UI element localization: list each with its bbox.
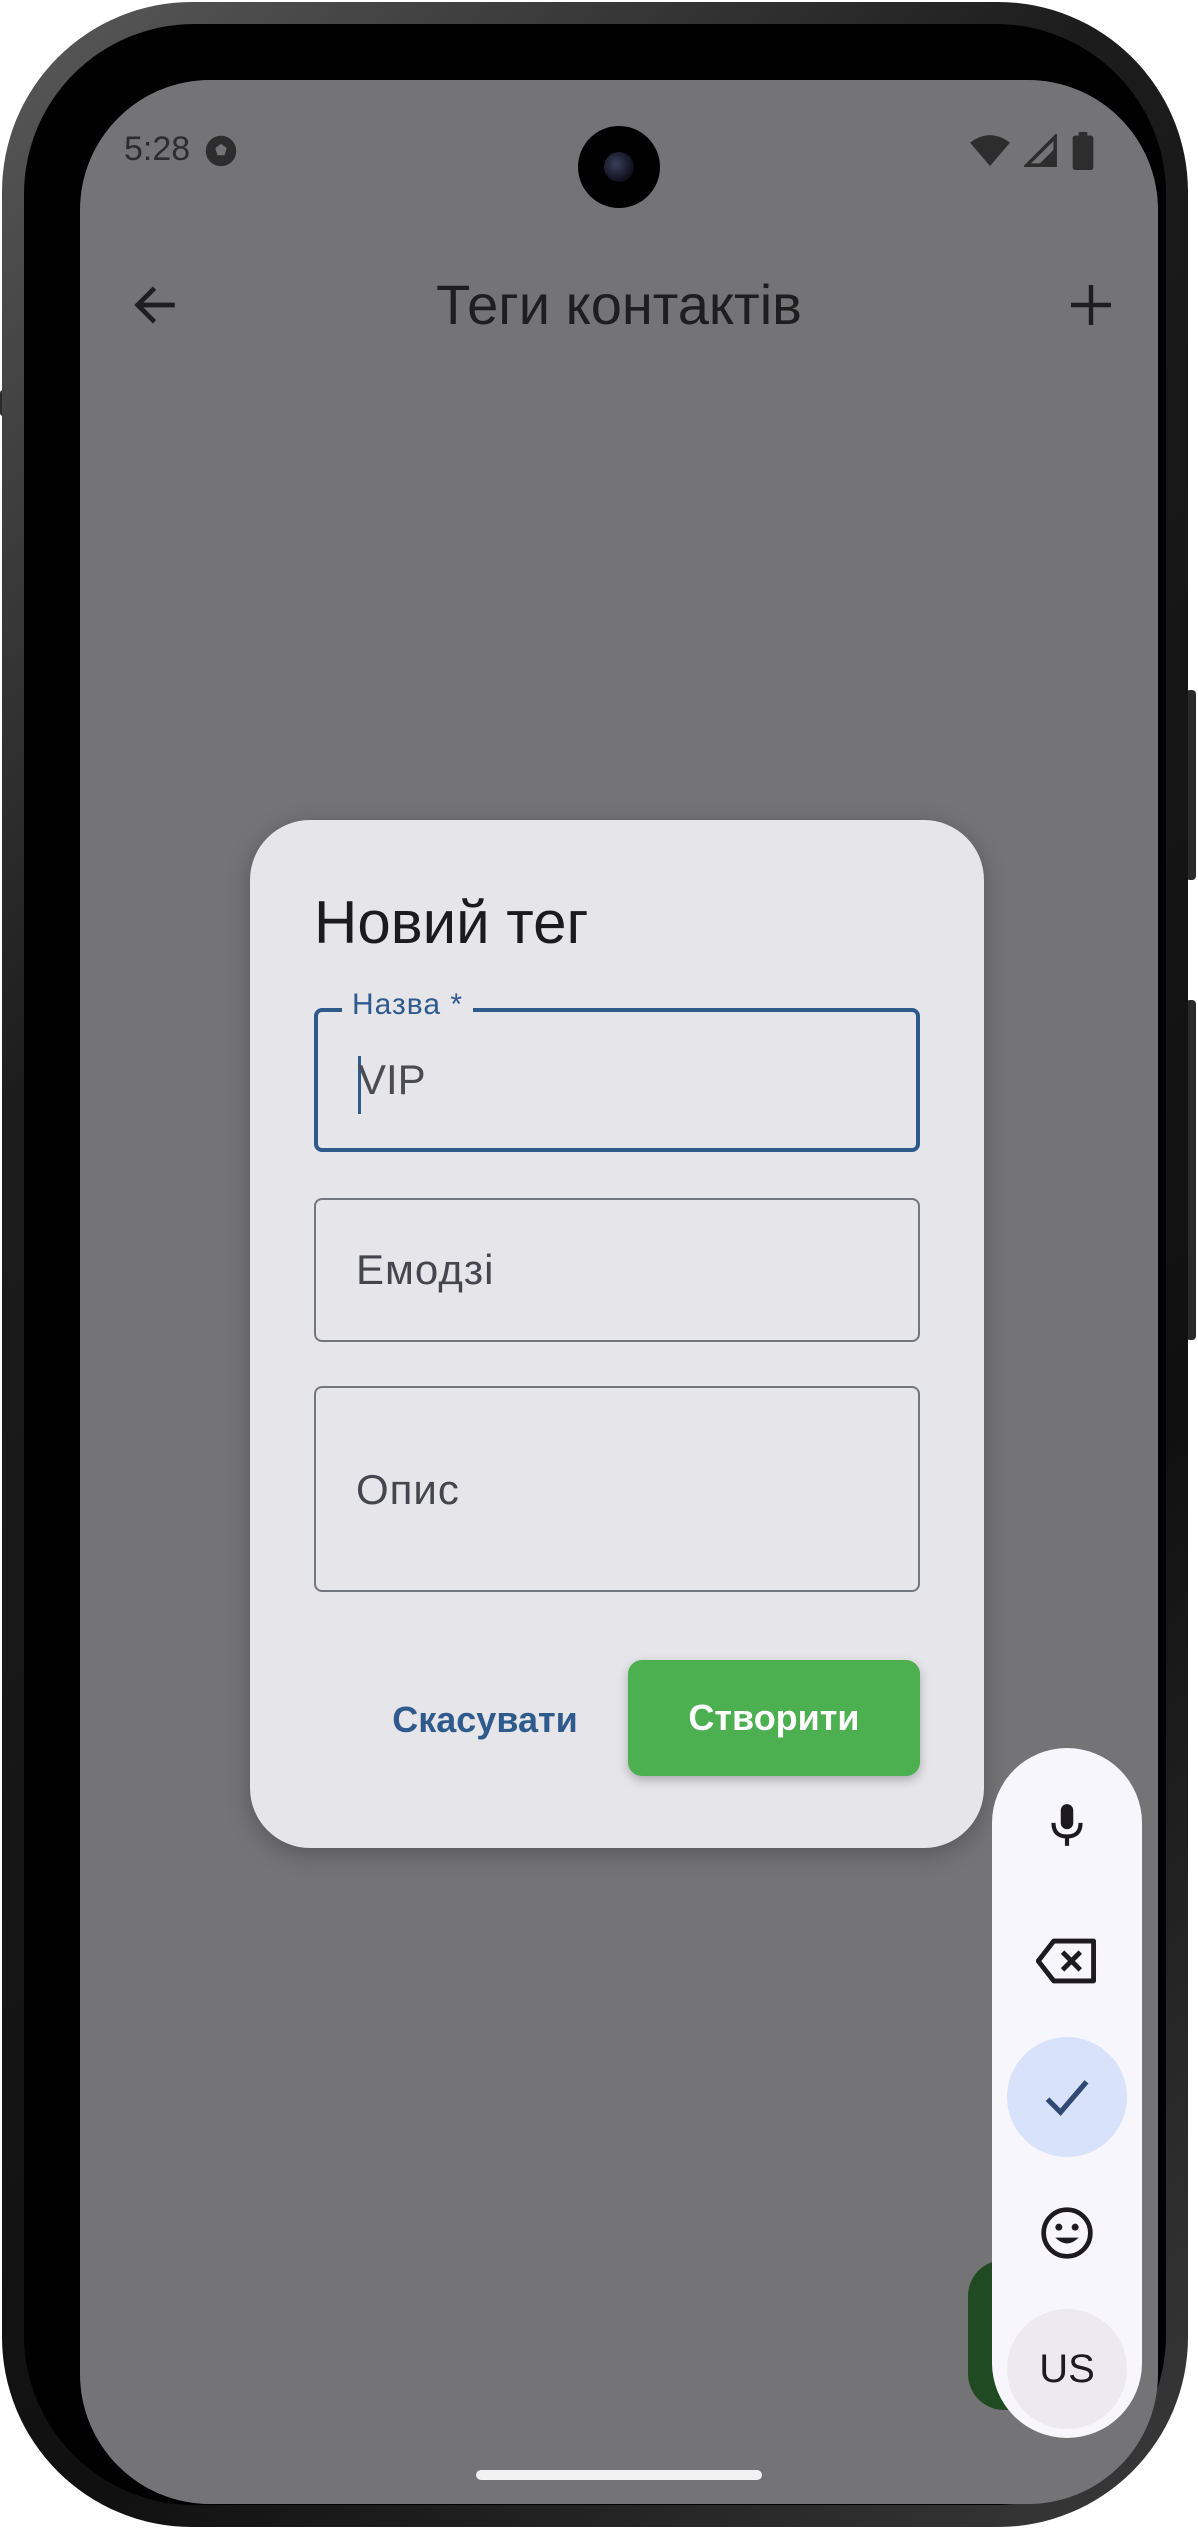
battery-icon: [1072, 132, 1094, 170]
tag-name-field[interactable]: Назва * VIP: [314, 988, 920, 1152]
emoji-icon: [1041, 2207, 1093, 2259]
soccer-ball-icon: [205, 135, 237, 167]
phone-bezel: 5:28 Теги контактів Новий тег Назва * VI…: [24, 24, 1166, 2505]
voice-input-button[interactable]: [1007, 1765, 1127, 1885]
top-app-bar: Теги контактів: [80, 250, 1158, 360]
signal-icon: [1024, 134, 1057, 167]
plus-icon: [1071, 285, 1111, 325]
language-label: US: [1039, 2346, 1095, 2391]
description-field[interactable]: Опис: [314, 1386, 920, 1592]
screen: 5:28 Теги контактів Новий тег Назва * VI…: [80, 80, 1158, 2504]
phone-body: 5:28 Теги контактів Новий тег Назва * VI…: [2, 2, 1188, 2527]
new-tag-dialog: Новий тег Назва * VIP Емодзі Опис Скасув…: [250, 820, 984, 1848]
emoji-field[interactable]: Емодзі: [314, 1198, 920, 1342]
microphone-icon: [1051, 1804, 1083, 1846]
check-icon: [1045, 2080, 1089, 2116]
home-indicator[interactable]: [476, 2470, 762, 2480]
tag-name-label: Назва *: [342, 988, 474, 1022]
backspace-icon: [1036, 1938, 1097, 1984]
dialog-title: Новий тег: [314, 889, 589, 956]
create-button[interactable]: Створити: [628, 1660, 920, 1776]
status-bar: 5:28: [80, 80, 1158, 220]
backspace-button[interactable]: [1007, 1901, 1127, 2021]
page-title: Теги контактів: [436, 273, 802, 336]
cancel-button[interactable]: Скасувати: [380, 1662, 590, 1778]
keyboard-toolbar: US: [992, 1748, 1142, 2438]
front-camera: [578, 126, 660, 208]
done-button[interactable]: [1007, 2037, 1127, 2157]
description-placeholder: Опис: [356, 1466, 460, 1513]
status-icons: [970, 132, 1094, 170]
add-tag-button[interactable]: [1056, 270, 1126, 340]
language-switch-button[interactable]: US: [1007, 2309, 1127, 2429]
device-frame: 5:28 Теги контактів Новий тег Назва * VI…: [0, 0, 1198, 2531]
emoji-button[interactable]: [1007, 2173, 1127, 2293]
tag-name-value: VIP: [358, 1056, 426, 1103]
emoji-placeholder: Емодзі: [356, 1246, 495, 1293]
wifi-icon: [970, 135, 1010, 166]
status-time: 5:28: [124, 130, 191, 168]
